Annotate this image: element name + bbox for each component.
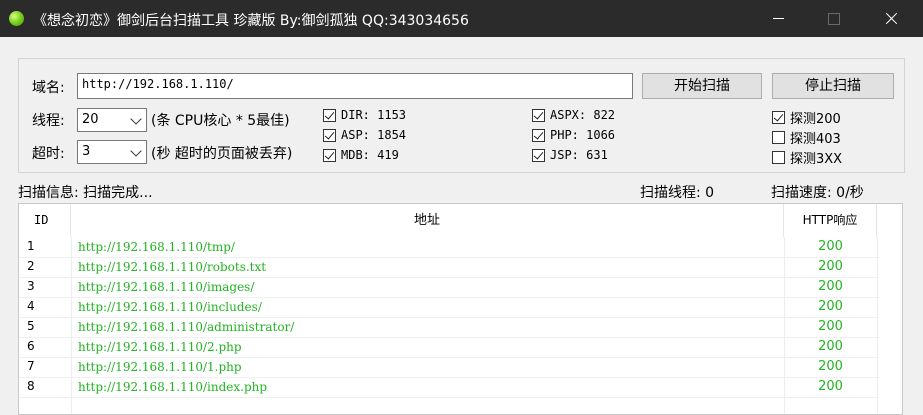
row-http-code: 200 [818, 379, 843, 394]
dict-mdb-label: MDB: 419 [341, 148, 399, 162]
row-id: 4 [27, 299, 35, 313]
row-url: http://192.168.1.110/robots.txt [78, 260, 267, 274]
row-http-code: 200 [818, 339, 843, 354]
table-row[interactable]: 8 http://192.168.1.110/index.php 200 [19, 377, 879, 398]
row-url: http://192.168.1.110/index.php [78, 380, 268, 394]
scan-speed-status: 扫描速度: 0/秒 [771, 185, 864, 201]
maximize-icon[interactable] [811, 0, 857, 37]
checkbox-checked-icon [772, 111, 785, 124]
table-row[interactable]: 2 http://192.168.1.110/robots.txt 200 [19, 257, 879, 278]
dict-dir-checkbox[interactable]: DIR: 1153 [323, 108, 406, 122]
checkbox-unchecked-icon [772, 131, 785, 144]
row-url: http://192.168.1.110/includes/ [78, 300, 262, 314]
results-table[interactable]: ID 地址 HTTP响应 1 http://192.168.1.110/tmp/2… [18, 203, 903, 415]
row-id: 5 [27, 319, 35, 333]
dict-mdb-checkbox[interactable]: MDB: 419 [323, 148, 399, 162]
detect-3xx-checkbox[interactable]: 探测3XX [772, 148, 842, 167]
detect-200-checkbox[interactable]: 探测200 [772, 108, 841, 127]
minimize-icon[interactable] [756, 0, 802, 37]
table-row[interactable]: 1 http://192.168.1.110/tmp/200 [19, 237, 879, 258]
table-row[interactable]: 6 http://192.168.1.110/2.php 200 [19, 337, 879, 358]
row-id: 6 [27, 339, 35, 353]
row-http-code: 200 [818, 299, 843, 314]
table-row[interactable]: 5 http://192.168.1.110/administrator/200 [19, 317, 879, 338]
threads-label: 线程: [32, 113, 65, 129]
row-url: http://192.168.1.110/2.php [78, 340, 242, 354]
chevron-down-icon [130, 145, 142, 157]
row-url: http://192.168.1.110/1.php [78, 360, 242, 374]
detect-403-checkbox[interactable]: 探测403 [772, 128, 841, 147]
timeout-label: 超时: [32, 146, 65, 162]
row-url: http://192.168.1.110/tmp/ [78, 240, 235, 254]
column-header-http-code[interactable]: HTTP响应 [784, 204, 877, 237]
threads-select[interactable]: 20 [77, 108, 147, 132]
checkbox-checked-icon [323, 148, 336, 162]
row-id: 1 [27, 239, 35, 253]
chevron-down-icon [130, 113, 142, 125]
domain-label: 域名: [32, 80, 65, 96]
dict-jsp-label: JSP: 631 [550, 148, 608, 162]
results-header: ID 地址 HTTP响应 [19, 204, 902, 237]
checkbox-checked-icon [532, 148, 545, 162]
detect-403-label: 探测403 [790, 132, 841, 147]
close-icon[interactable] [868, 0, 914, 37]
row-id: 2 [27, 259, 35, 273]
detect-200-label: 探测200 [790, 112, 841, 127]
dict-jsp-checkbox[interactable]: JSP: 631 [532, 148, 608, 162]
window-title: 《想念初恋》御剑后台扫描工具 珍藏版 By:御剑孤独 QQ:343034656 [33, 13, 469, 29]
timeout-hint: (秒 超时的页面被丢弃) [151, 146, 293, 162]
row-id: 7 [27, 359, 35, 373]
detect-3xx-label: 探测3XX [790, 152, 843, 167]
checkbox-checked-icon [532, 128, 545, 142]
scan-info-status: 扫描信息: 扫描完成... [18, 185, 153, 201]
row-url: http://192.168.1.110/images/ [78, 280, 255, 294]
stop-scan-button[interactable]: 停止扫描 [772, 73, 894, 99]
dict-asp-checkbox[interactable]: ASP: 1854 [323, 128, 406, 142]
checkbox-checked-icon [323, 128, 336, 142]
scan-threads-status: 扫描线程: 0 [640, 185, 715, 201]
timeout-value: 3 [82, 144, 91, 159]
row-id: 8 [27, 379, 35, 393]
threads-hint: (条 CPU核心 * 5最佳) [151, 113, 290, 129]
row-id: 3 [27, 279, 35, 293]
dict-php-checkbox[interactable]: PHP: 1066 [532, 128, 615, 142]
row-http-code: 200 [818, 319, 843, 334]
dict-aspx-checkbox[interactable]: ASPX: 822 [532, 108, 615, 122]
checkbox-checked-icon [323, 108, 336, 122]
dict-aspx-label: ASPX: 822 [550, 108, 616, 122]
row-http-code: 200 [818, 279, 843, 294]
dict-asp-label: ASP: 1854 [341, 128, 407, 142]
table-row[interactable]: 3 http://192.168.1.110/images/200 [19, 277, 879, 298]
row-http-code: 200 [818, 359, 843, 374]
table-row[interactable]: 4 http://192.168.1.110/includes/200 [19, 297, 879, 318]
green-orb-icon [9, 11, 24, 26]
column-header-id[interactable]: ID [19, 204, 71, 237]
column-header-url[interactable]: 地址 [71, 204, 784, 237]
row-url: http://192.168.1.110/administrator/ [78, 320, 295, 334]
title-bar: 《想念初恋》御剑后台扫描工具 珍藏版 By:御剑孤独 QQ:343034656 [0, 0, 923, 37]
start-scan-button[interactable]: 开始扫描 [642, 73, 762, 99]
row-http-code: 200 [818, 259, 843, 274]
checkbox-checked-icon [532, 108, 545, 122]
timeout-select[interactable]: 3 [77, 140, 147, 164]
dict-php-label: PHP: 1066 [550, 128, 616, 142]
table-row[interactable]: 7 http://192.168.1.110/1.php 200 [19, 357, 879, 378]
row-http-code: 200 [818, 239, 843, 254]
domain-input[interactable]: http://192.168.1.110/ [77, 73, 633, 99]
threads-value: 20 [82, 112, 99, 127]
checkbox-unchecked-icon [772, 151, 785, 164]
dict-dir-label: DIR: 1153 [341, 108, 407, 122]
